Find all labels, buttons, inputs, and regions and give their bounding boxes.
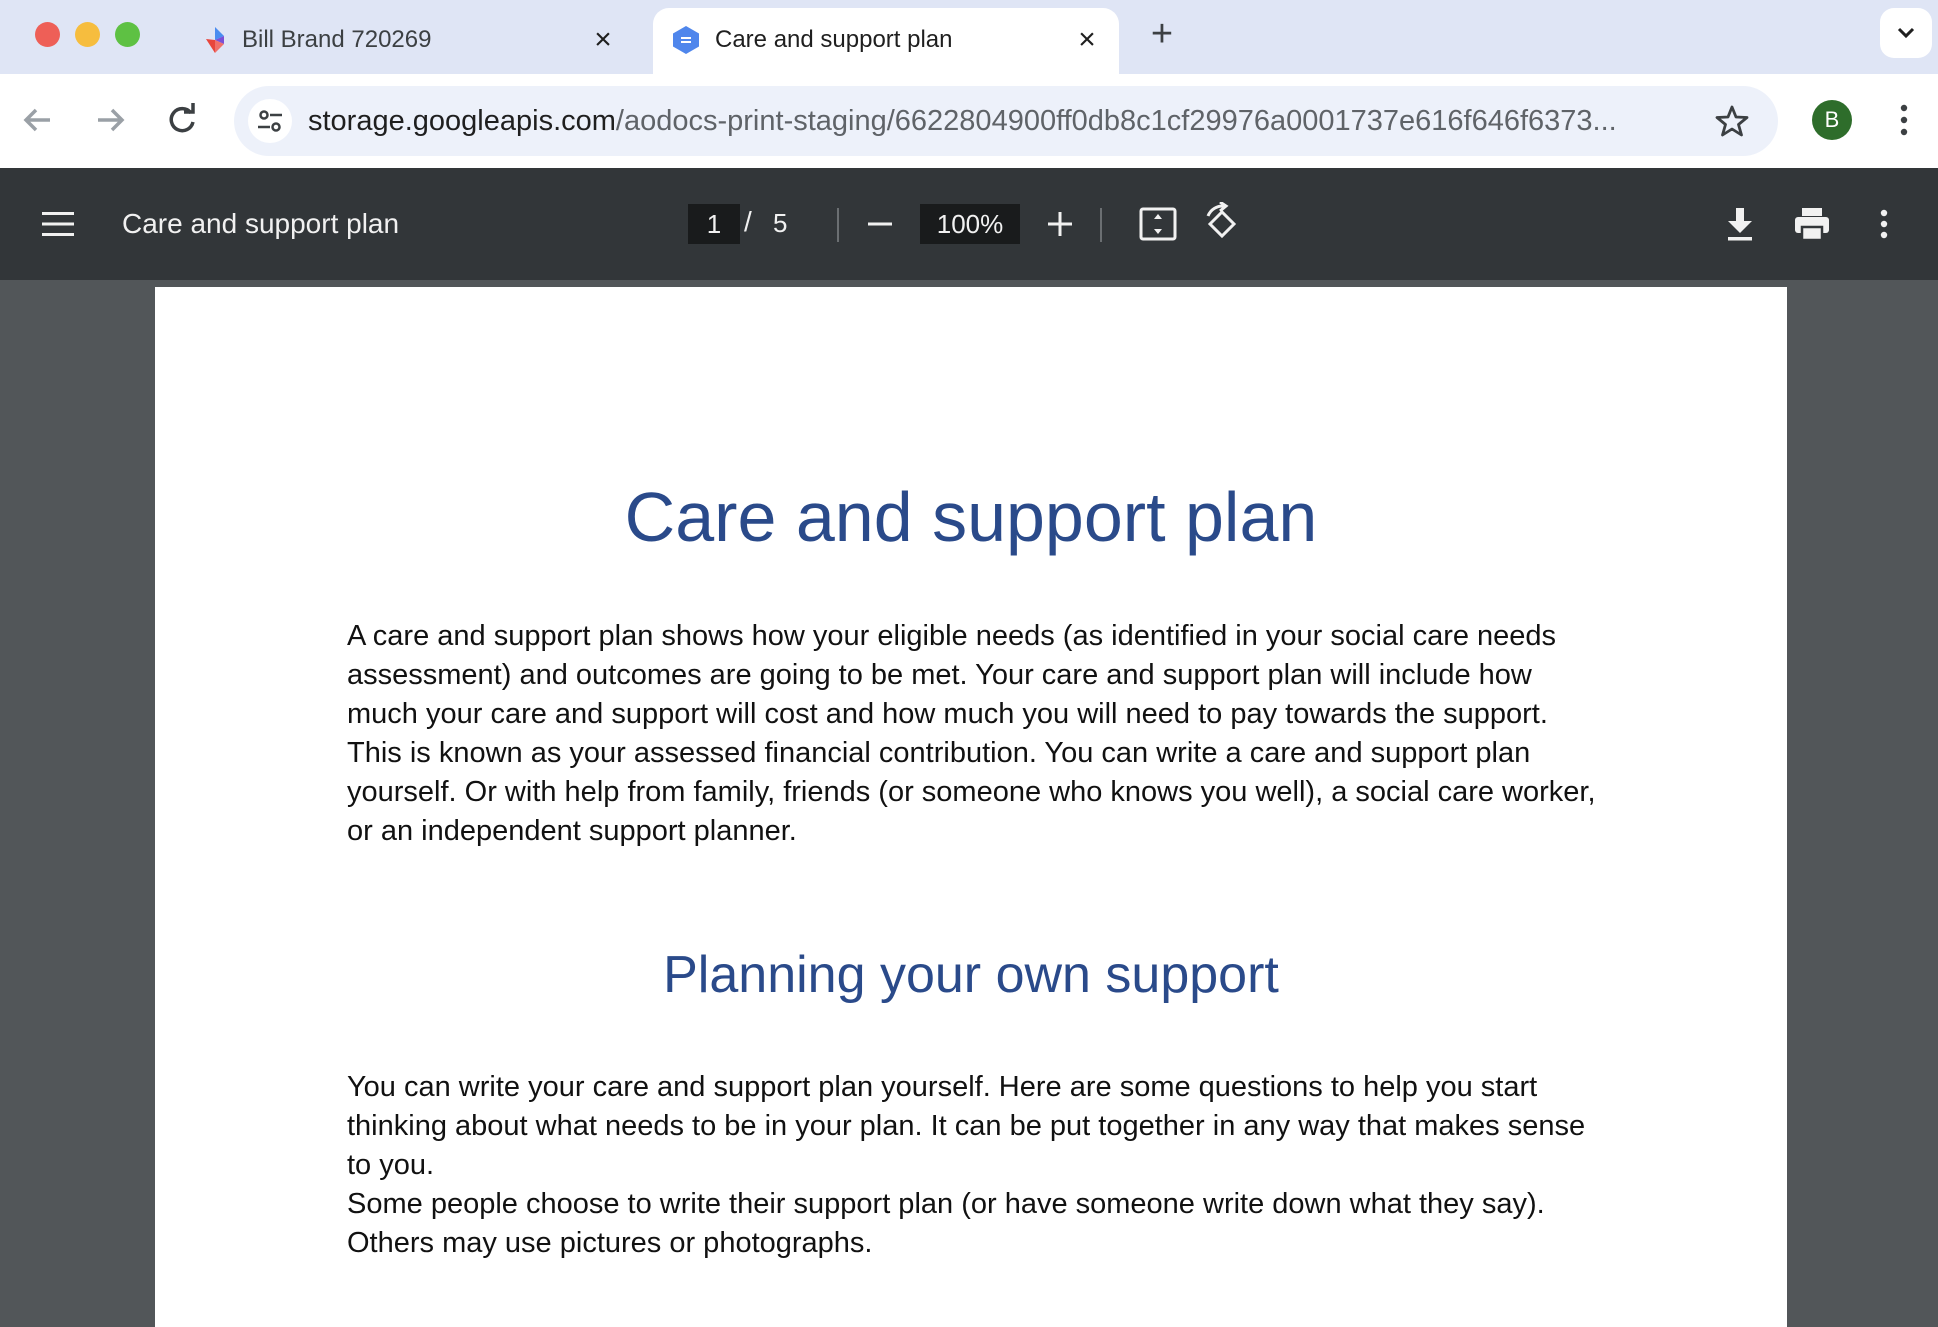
- page-separator: /: [744, 206, 752, 237]
- chevron-down-icon: [1897, 27, 1915, 39]
- pdf-toolbar: Care and support plan 1 / 5 100%: [0, 168, 1938, 280]
- pdf-viewer-area[interactable]: Care and support plan A care and support…: [0, 280, 1938, 1327]
- chrome-menu-button[interactable]: [1886, 98, 1922, 142]
- google-docs-icon: [671, 25, 701, 55]
- bookmark-star-button[interactable]: [1714, 103, 1750, 139]
- document-paragraph: A care and support plan shows how your e…: [347, 620, 1596, 847]
- tab-care-and-support-plan[interactable]: Care and support plan ×: [653, 8, 1119, 74]
- star-icon: [1715, 105, 1749, 137]
- pdf-more-button[interactable]: [1868, 204, 1900, 244]
- back-arrow-icon: [23, 108, 50, 132]
- forward-arrow-icon: [98, 108, 125, 132]
- close-tab-icon[interactable]: ×: [587, 24, 619, 56]
- page-number-input[interactable]: 1: [688, 204, 740, 244]
- browser-toolbar: storage.googleapis.com/aodocs-print-stag…: [0, 74, 1938, 169]
- document-paragraph: You can write your care and support plan…: [347, 1071, 1586, 1181]
- toolbar-divider: [837, 208, 839, 242]
- pdf-page: Care and support plan A care and support…: [155, 287, 1787, 1327]
- plus-icon: [1048, 212, 1072, 236]
- site-info-button[interactable]: [248, 99, 292, 143]
- more-vert-icon: [1900, 104, 1908, 136]
- new-tab-button[interactable]: +: [1142, 14, 1182, 54]
- zoom-out-button[interactable]: [862, 204, 898, 244]
- document-paragraph: Some people choose to write their suppor…: [347, 1188, 1545, 1259]
- download-button[interactable]: [1722, 204, 1758, 244]
- reload-button[interactable]: [160, 98, 204, 142]
- tab-bill-brand[interactable]: Bill Brand 720269 ×: [180, 8, 635, 74]
- pdf-sidebar-button[interactable]: [38, 208, 78, 240]
- address-bar[interactable]: storage.googleapis.com/aodocs-print-stag…: [234, 86, 1778, 156]
- tune-icon: [258, 110, 282, 132]
- pdf-title: Care and support plan: [122, 208, 400, 239]
- document-subheading: Planning your own support: [663, 946, 1279, 1004]
- rotate-button[interactable]: [1202, 202, 1242, 246]
- maximize-window-button[interactable]: [115, 22, 140, 47]
- tab-search-button[interactable]: [1880, 8, 1932, 58]
- reload-icon: [169, 103, 195, 133]
- zoom-level-input[interactable]: 100%: [920, 204, 1020, 244]
- print-icon: [1795, 208, 1829, 242]
- print-button[interactable]: [1792, 204, 1832, 244]
- toolbar-divider: [1100, 208, 1102, 242]
- url-text[interactable]: storage.googleapis.com/aodocs-print-stag…: [308, 105, 1708, 138]
- tab-title: Bill Brand 720269: [242, 26, 432, 53]
- fit-to-page-button[interactable]: [1138, 204, 1178, 244]
- url-path: /aodocs-print-staging/6622804900ff0db8c1…: [615, 105, 1617, 137]
- page-total: 5: [773, 208, 788, 238]
- back-button[interactable]: [16, 98, 60, 142]
- close-window-button[interactable]: [35, 22, 60, 47]
- rotate-icon: [1206, 202, 1237, 239]
- profile-avatar[interactable]: B: [1812, 100, 1852, 140]
- more-vert-icon: [1880, 209, 1888, 239]
- minus-icon: [868, 222, 892, 226]
- zoom-in-button[interactable]: [1042, 204, 1078, 244]
- download-icon: [1728, 208, 1752, 241]
- forward-button[interactable]: [88, 98, 132, 142]
- document-heading: Care and support plan: [624, 478, 1318, 556]
- tab-title: Care and support plan: [715, 26, 953, 53]
- fit-page-icon: [1139, 207, 1177, 241]
- url-host: storage.googleapis.com: [308, 105, 616, 137]
- hamburger-menu-icon: [42, 212, 74, 236]
- aodocs-icon: [200, 25, 230, 55]
- close-tab-icon[interactable]: ×: [1071, 24, 1103, 56]
- tab-strip: Bill Brand 720269 × Care and support pla…: [0, 0, 1938, 74]
- minimize-window-button[interactable]: [75, 22, 100, 47]
